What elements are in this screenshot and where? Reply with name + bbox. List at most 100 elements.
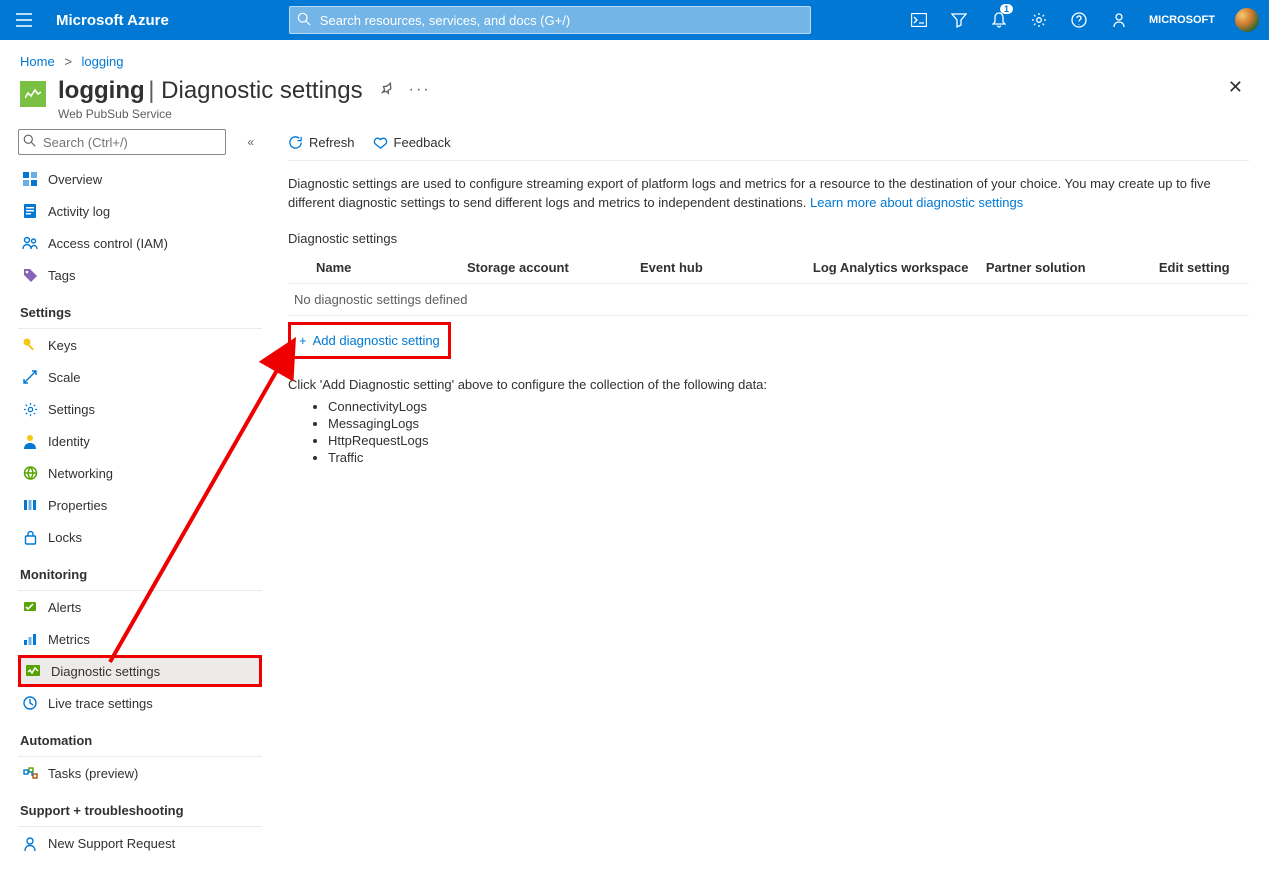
tenant-label[interactable]: MICROSOFT [1139, 14, 1225, 26]
hamburger-menu-icon[interactable] [0, 13, 48, 27]
identity-icon [20, 434, 40, 449]
nav-group-label: Support + troubleshooting [18, 789, 262, 822]
nav-item-keys[interactable]: Keys [18, 329, 262, 361]
nav-item-label: Keys [48, 338, 77, 353]
collapse-sidebar-icon[interactable]: « [239, 135, 262, 149]
feedback-label: Feedback [394, 135, 451, 150]
add-link-label: Add diagnostic setting [313, 333, 440, 348]
feedback-icon[interactable] [1099, 0, 1139, 40]
nav-item-access-control-iam-[interactable]: Access control (IAM) [18, 227, 262, 259]
nav-item-label: Live trace settings [48, 696, 153, 711]
nav-item-metrics[interactable]: Metrics [18, 623, 262, 655]
breadcrumb-separator-icon: > [58, 54, 78, 69]
nav-item-scale[interactable]: Scale [18, 361, 262, 393]
nav-group-label: Monitoring [18, 553, 262, 586]
diagnostic-settings-table: NameStorage accountEvent hubLog Analytic… [288, 252, 1249, 316]
nav-item-live-trace-settings[interactable]: Live trace settings [18, 687, 262, 719]
nav-item-label: Networking [48, 466, 113, 481]
resource-type-icon [20, 81, 46, 107]
nav-item-label: Diagnostic settings [51, 664, 160, 679]
nav-item-label: Access control (IAM) [48, 236, 168, 251]
nav-item-label: Overview [48, 172, 102, 187]
nav-item-label: New Support Request [48, 836, 175, 851]
directory-filter-icon[interactable] [939, 0, 979, 40]
log-types-list: ConnectivityLogsMessagingLogsHttpRequest… [328, 398, 1249, 466]
diag-icon [23, 665, 43, 678]
nav-item-networking[interactable]: Networking [18, 457, 262, 489]
breadcrumb-current[interactable]: logging [82, 54, 124, 69]
brand-label[interactable]: Microsoft Azure [48, 12, 189, 29]
refresh-label: Refresh [309, 135, 355, 150]
learn-more-link[interactable]: Learn more about diagnostic settings [810, 195, 1023, 210]
nav-item-diagnostic-settings[interactable]: Diagnostic settings [18, 655, 262, 687]
nav-item-label: Settings [48, 402, 95, 417]
section-title: Diagnostic settings [161, 77, 362, 104]
nav-item-identity[interactable]: Identity [18, 425, 262, 457]
user-avatar[interactable] [1235, 8, 1259, 32]
overview-icon [20, 171, 40, 187]
nav-item-label: Properties [48, 498, 107, 513]
breadcrumb: Home > logging [0, 40, 1269, 77]
feedback-button[interactable]: Feedback [373, 135, 451, 150]
column-header: Log Analytics workspace [807, 252, 980, 284]
support-icon [20, 836, 40, 851]
nav-item-properties[interactable]: Properties [18, 489, 262, 521]
nav-item-tags[interactable]: Tags [18, 259, 262, 291]
nav-item-alerts[interactable]: Alerts [18, 591, 262, 623]
more-icon[interactable]: ··· [409, 81, 431, 99]
scale-icon [20, 370, 40, 384]
nav-item-label: Scale [48, 370, 81, 385]
settings-icon[interactable] [1019, 0, 1059, 40]
nav-item-label: Tags [48, 268, 75, 283]
close-blade-button[interactable]: ✕ [1228, 77, 1249, 98]
nav-item-settings[interactable]: Settings [18, 393, 262, 425]
global-search[interactable] [289, 6, 811, 34]
resource-menu-search[interactable] [18, 129, 226, 155]
column-header: Event hub [634, 252, 807, 284]
nav-item-label: Alerts [48, 600, 81, 615]
log-type-item: HttpRequestLogs [328, 432, 1249, 449]
resource-name: logging [58, 77, 145, 104]
refresh-button[interactable]: Refresh [288, 135, 355, 150]
notification-badge: 1 [1000, 4, 1013, 14]
nav-item-activity-log[interactable]: Activity log [18, 195, 262, 227]
column-header: Name [288, 252, 461, 284]
cloud-shell-icon[interactable] [899, 0, 939, 40]
log-type-item: Traffic [328, 449, 1249, 466]
trace-icon [20, 696, 40, 710]
column-header: Edit setting [1153, 252, 1249, 284]
activitylog-icon [20, 203, 40, 219]
instruction-text: Click 'Add Diagnostic setting' above to … [288, 377, 1249, 392]
help-icon[interactable] [1059, 0, 1099, 40]
nav-item-tasks-preview-[interactable]: Tasks (preview) [18, 757, 262, 789]
nav-item-label: Locks [48, 530, 82, 545]
add-diagnostic-setting-link[interactable]: + Add diagnostic setting [288, 322, 451, 359]
description-text: Diagnostic settings are used to configur… [288, 175, 1228, 213]
locks-icon [20, 530, 40, 545]
nav-group-label: Automation [18, 719, 262, 752]
global-search-input[interactable] [289, 6, 811, 34]
table-caption: Diagnostic settings [288, 231, 1249, 246]
notifications-icon[interactable]: 1 [979, 0, 1019, 40]
alerts-icon [20, 601, 40, 614]
table-empty-row: No diagnostic settings defined [288, 283, 1249, 315]
page-title: logging | Diagnostic settings [58, 77, 363, 105]
content-toolbar: Refresh Feedback [288, 129, 1249, 160]
column-header: Partner solution [980, 252, 1153, 284]
metrics-icon [20, 633, 40, 646]
pin-icon[interactable] [381, 82, 395, 99]
nav-item-locks[interactable]: Locks [18, 521, 262, 553]
log-type-item: ConnectivityLogs [328, 398, 1249, 415]
nav-item-overview[interactable]: Overview [18, 163, 262, 195]
column-header: Storage account [461, 252, 634, 284]
plus-icon: + [299, 333, 307, 348]
top-header: Microsoft Azure 1 MICROSOFT [0, 0, 1269, 40]
log-type-item: MessagingLogs [328, 415, 1249, 432]
nav-item-label: Activity log [48, 204, 110, 219]
tasks-icon [20, 767, 40, 780]
search-icon [23, 134, 36, 150]
properties-icon [20, 498, 40, 512]
breadcrumb-home[interactable]: Home [20, 54, 55, 69]
nav-item-new-support-request[interactable]: New Support Request [18, 827, 262, 859]
settings2-icon [20, 402, 40, 417]
